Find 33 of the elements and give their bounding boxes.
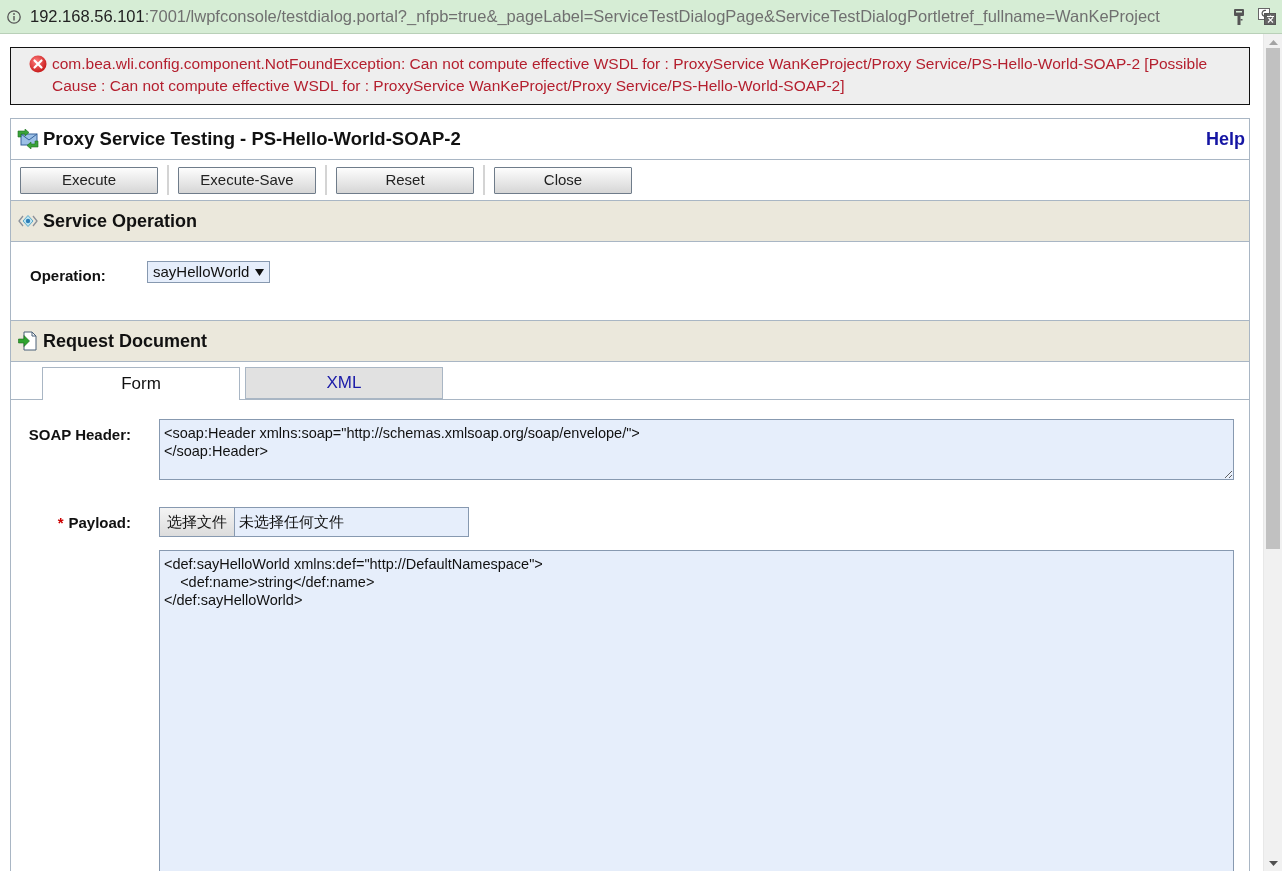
field-label: SOAP Header:: [28, 426, 131, 443]
required-asterisk: *: [57, 514, 64, 531]
toolbar-button[interactable]: Reset: [336, 166, 474, 194]
caret-icon: [255, 268, 265, 276]
url-text[interactable]: 192.168.56.101:7001/lwpfconsole/testdialog.portal?_nfpb=true&_pageLabel=ServiceTestDialogPage&ServiceTestDialogPortletref_fullname=WanKeProject: [30, 4, 1160, 29]
key-icon[interactable]: [1234, 8, 1244, 25]
overlapping-squares-icon[interactable]: [1258, 8, 1276, 25]
scrollbar-thumb[interactable]: [1266, 48, 1280, 549]
operation-dropdown[interactable]: sayHelloWorld: [147, 261, 271, 283]
tab[interactable]: XML: [245, 367, 443, 399]
file-status-text: 未选择任何文件: [238, 511, 344, 532]
info-icon[interactable]: [7, 9, 21, 24]
error-message: com.bea.wli.config.component.NotFoundException: Can not compute effective WSDL for : ProxyService WanKeProject/Proxy Service/PS-Hello-World-SOAP-2 [Possible Cause : Can not compute effective WSDL for : ProxyService WanKeProject/Proxy Service/PS-Hello-World-SOAP-2]: [52, 54, 1209, 96]
soap-header-textarea[interactable]: <soap:Header xmlns:soap="http://schemas.xmlsoap.org/soap/envelope/"> </soap:Header>: [159, 419, 1234, 480]
dialog-title: Proxy Service Testing - PS-Hello-World-SOAP-2: [43, 127, 461, 152]
choose-file-button[interactable]: 选择文件: [160, 508, 235, 536]
field-label: Operation:: [30, 266, 107, 286]
tab[interactable]: Form: [42, 367, 240, 400]
field-label: Payload:: [68, 514, 131, 531]
section-title: Request Document: [43, 329, 208, 353]
toolbar-button[interactable]: Close: [494, 166, 632, 194]
help-link[interactable]: Help: [1206, 125, 1245, 153]
document-arrow-icon: [18, 331, 38, 351]
vertical-scrollbar[interactable]: [1263, 34, 1282, 871]
file-input-field[interactable]: 选择文件 未选择任何文件: [159, 507, 469, 537]
toolbar-button[interactable]: Execute: [20, 166, 158, 194]
scroll-down-arrow-icon[interactable]: [1268, 861, 1278, 866]
error-icon: [29, 55, 47, 73]
envelope-arrows-icon: [17, 129, 39, 149]
toolbar-button[interactable]: Execute-Save: [178, 166, 316, 194]
section-title: Service Operation: [43, 209, 198, 233]
payload-textarea[interactable]: <def:sayHelloWorld xmlns:def="http://DefaultNamespace"> <def:name>string</def:name> </def:sayHelloWorld>: [159, 550, 1234, 871]
diamond-brackets-icon: [18, 214, 38, 228]
